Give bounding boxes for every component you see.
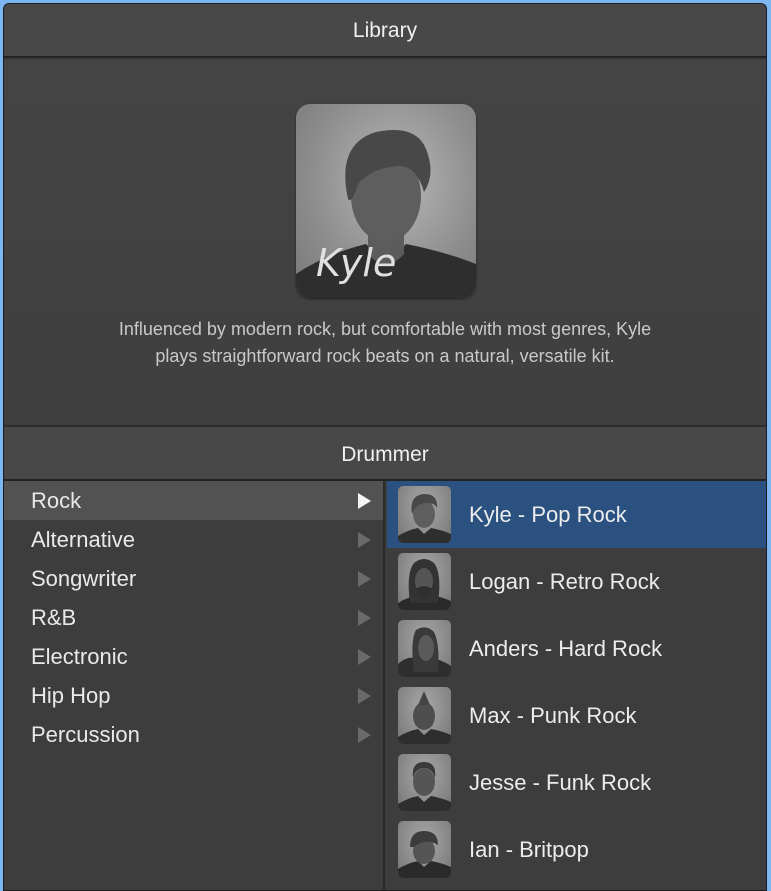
genre-label: R&B	[31, 604, 77, 630]
drummer-item-kyle[interactable]: Kyle - Pop Rock	[387, 481, 766, 548]
drummer-item-max[interactable]: Max - Punk Rock	[387, 682, 766, 749]
kyle-portrait-icon: Kyle	[296, 104, 476, 298]
disclosure-arrow-icon	[358, 648, 371, 665]
anders-avatar-icon	[398, 620, 451, 677]
genre-item-electronic[interactable]: Electronic	[4, 637, 383, 676]
drummer-browser: Rock Alternative Songwriter R&B Electron…	[4, 481, 766, 890]
drummer-list: Kyle - Pop Rock Logan - Retro Rock Ander…	[387, 481, 766, 890]
logan-avatar-icon	[398, 553, 451, 610]
max-avatar-icon	[398, 687, 451, 744]
drummer-preview: Kyle Influenced by modern rock, but comf…	[4, 60, 766, 424]
genre-item-percussion[interactable]: Percussion	[4, 715, 383, 754]
drummer-label: Logan - Retro Rock	[469, 568, 660, 594]
genre-label: Songwriter	[31, 565, 137, 591]
disclosure-arrow-icon	[358, 609, 371, 626]
drummer-label: Anders - Hard Rock	[469, 635, 663, 661]
drummer-label: Ian - Britpop	[469, 836, 589, 862]
genre-label: Percussion	[31, 721, 140, 747]
drummer-label: Jesse - Funk Rock	[469, 769, 652, 795]
genre-item-rock[interactable]: Rock	[4, 481, 383, 520]
disclosure-arrow-icon	[358, 570, 371, 587]
jesse-avatar-icon	[398, 754, 451, 811]
drummer-item-ian[interactable]: Ian - Britpop	[387, 816, 766, 883]
disclosure-arrow-icon	[358, 726, 371, 743]
library-window: Library Kyle Influenced by modern rock, …	[3, 3, 767, 891]
genre-item-rnb[interactable]: R&B	[4, 598, 383, 637]
library-header: Library	[4, 4, 766, 58]
genre-item-alternative[interactable]: Alternative	[4, 520, 383, 559]
genre-label: Hip Hop	[31, 682, 111, 708]
drummer-item-anders[interactable]: Anders - Hard Rock	[387, 615, 766, 682]
disclosure-arrow-icon	[358, 531, 371, 548]
genre-label: Rock	[31, 487, 82, 513]
genre-list: Rock Alternative Songwriter R&B Electron…	[4, 481, 385, 890]
disclosure-arrow-icon	[358, 492, 371, 509]
drummer-item-logan[interactable]: Logan - Retro Rock	[387, 548, 766, 615]
disclosure-arrow-icon	[358, 687, 371, 704]
drummer-label: Kyle - Pop Rock	[469, 501, 627, 527]
genre-item-hip-hop[interactable]: Hip Hop	[4, 676, 383, 715]
portrait-signature: Kyle	[316, 241, 396, 285]
drummer-item-jesse[interactable]: Jesse - Funk Rock	[387, 749, 766, 816]
drummer-header: Drummer	[4, 425, 766, 481]
genre-label: Alternative	[31, 526, 135, 552]
genre-label: Electronic	[31, 643, 128, 669]
drummer-label: Max - Punk Rock	[469, 702, 637, 728]
drummer-description: Influenced by modern rock, but comfortab…	[118, 319, 652, 366]
ian-avatar-icon	[398, 821, 451, 878]
genre-item-songwriter[interactable]: Songwriter	[4, 559, 383, 598]
kyle-avatar-icon	[398, 486, 451, 543]
